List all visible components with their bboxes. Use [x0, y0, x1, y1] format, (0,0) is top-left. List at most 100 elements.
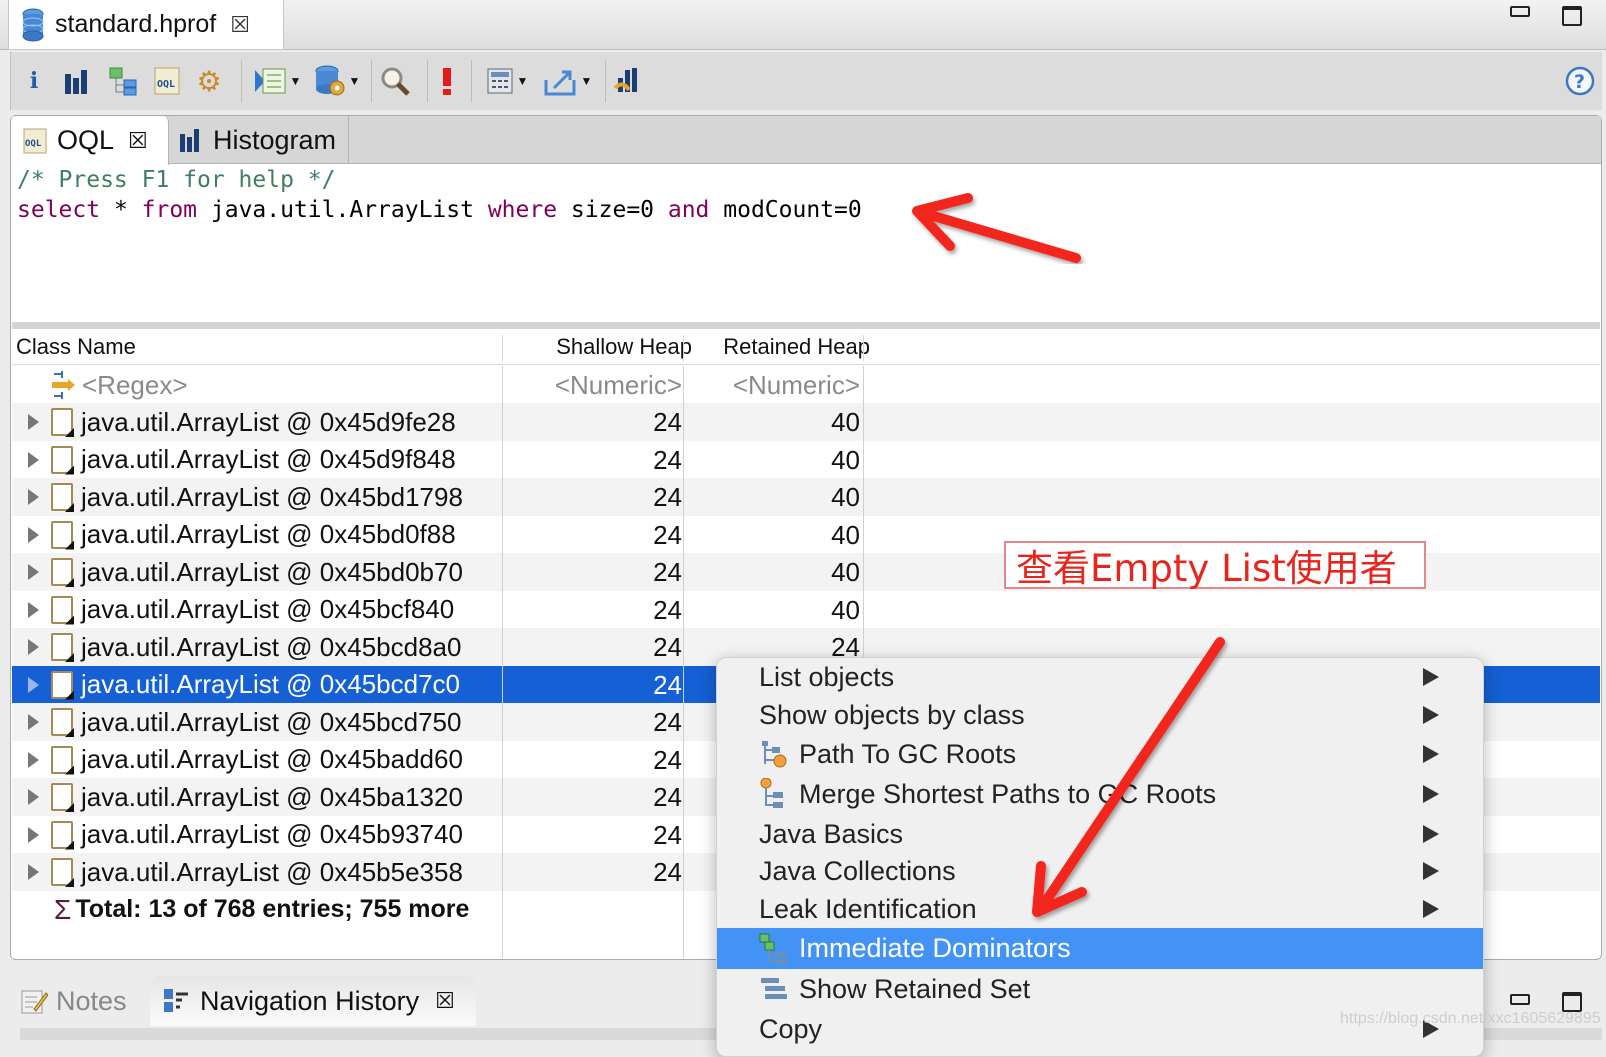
calculator-icon[interactable]: ▼ [479, 64, 535, 98]
minimize-icon[interactable] [1510, 6, 1530, 17]
column-header-shallow-heap[interactable]: Shallow Heap [512, 330, 692, 364]
tab-notes[interactable]: Notes [20, 976, 127, 1026]
object-icon [51, 783, 73, 811]
menu-item-list-objects[interactable]: List objects [717, 658, 1483, 696]
row-class-name: java.util.ArrayList @ 0x45bcd7c0 [81, 669, 461, 699]
navigation-history-icon [164, 989, 188, 1012]
expand-arrow-icon[interactable] [28, 639, 39, 655]
expand-arrow-icon[interactable] [28, 714, 39, 730]
row-class-name: java.util.ArrayList @ 0x45bcf840 [81, 594, 455, 624]
menu-item-merge-shortest-paths-to-gc-roots[interactable]: Merge Shortest Paths to GC Roots [717, 775, 1483, 813]
column-header-class-name[interactable]: Class Name [16, 330, 136, 364]
heap-dump-query-icon[interactable]: ▼ [309, 64, 365, 98]
filter-retained-heap[interactable]: <Numeric> [692, 366, 860, 404]
submenu-arrow-icon [1423, 825, 1439, 843]
expand-arrow-icon[interactable] [28, 864, 39, 880]
column-header-retained-heap[interactable]: Retained Heap [692, 330, 870, 364]
row-shallow-heap: 24 [653, 557, 682, 587]
leak-suspects-icon[interactable] [433, 64, 461, 98]
expand-arrow-icon[interactable] [28, 564, 39, 580]
row-shallow-heap: 24 [653, 819, 682, 850]
maximize-icon[interactable] [1562, 6, 1582, 26]
menu-item-show-retained-set[interactable]: Show Retained Set [717, 970, 1483, 1008]
toolbar-separator [241, 60, 242, 102]
close-icon[interactable]: ☒ [230, 12, 250, 38]
expand-arrow-icon[interactable] [28, 789, 39, 805]
menu-item-path-to-gc-roots[interactable]: Path To GC Roots [717, 735, 1483, 773]
row-shallow-heap: 24 [653, 669, 682, 700]
column-line [502, 366, 503, 958]
filter-row[interactable]: <Regex> <Numeric> <Numeric> [12, 366, 1600, 404]
column-separator[interactable] [502, 335, 503, 361]
close-icon[interactable]: ☒ [128, 128, 148, 154]
query-keyword: from [141, 197, 198, 223]
menu-item-label: Java Collections [759, 855, 956, 886]
column-separator[interactable] [683, 335, 684, 361]
row-class-name: java.util.ArrayList @ 0x45badd60 [81, 744, 463, 774]
overview-icon[interactable]: i [23, 64, 45, 98]
expand-arrow-icon[interactable] [28, 526, 39, 543]
menu-item-immediate-dominators[interactable]: Immediate Dominators [717, 928, 1483, 969]
filter-shallow-heap[interactable]: <Numeric> [512, 366, 682, 404]
export-icon[interactable]: ▼ [539, 64, 597, 98]
table-row[interactable]: java.util.ArrayList @ 0x45d9fe28 24 40 [12, 403, 1600, 441]
row-retained-heap: 40 [831, 594, 860, 625]
context-menu: List objects Show objects by class Path To… [716, 657, 1484, 1057]
thread-overview-icon[interactable]: ⚙ [193, 64, 225, 98]
editor-tab-standard-hprof[interactable]: standard.hprof ☒ [8, 0, 284, 50]
compare-icon[interactable] [611, 64, 645, 98]
tab-histogram[interactable]: Histogram [169, 116, 349, 164]
expand-arrow-icon[interactable] [28, 414, 39, 430]
row-class-name: java.util.ArrayList @ 0x45bd0b70 [81, 556, 463, 587]
search-icon[interactable] [377, 64, 413, 98]
dropdown-arrow-icon[interactable]: ▼ [517, 74, 529, 88]
notes-icon [21, 990, 48, 1014]
expand-arrow-icon[interactable] [28, 826, 39, 843]
expand-arrow-icon[interactable] [28, 751, 39, 768]
menu-item-label: Immediate Dominators [799, 933, 1071, 963]
menu-item-java-basics[interactable]: Java Basics [717, 815, 1483, 853]
tab-navigation-history[interactable]: Navigation History ☒ [150, 976, 476, 1026]
expand-arrow-icon[interactable] [28, 676, 39, 693]
row-class-name: java.util.ArrayList @ 0x45b5e358 [81, 856, 463, 887]
submenu-arrow-icon [1423, 745, 1439, 763]
dropdown-arrow-icon[interactable]: ▼ [290, 74, 302, 88]
query-keyword: where [487, 197, 558, 223]
menu-item-leak-identification[interactable]: Leak Identification [717, 890, 1483, 928]
minimize-icon[interactable] [1510, 994, 1530, 1005]
column-separator[interactable] [863, 335, 864, 361]
object-icon [51, 595, 73, 624]
histogram-icon[interactable] [61, 64, 91, 98]
expand-arrow-icon[interactable] [28, 489, 39, 505]
maximize-icon[interactable] [1562, 992, 1582, 1012]
filter-class-name[interactable]: <Regex> [82, 370, 188, 401]
menu-item-label: Java Basics [759, 818, 904, 849]
expand-arrow-icon[interactable] [28, 451, 39, 468]
table-row[interactable]: java.util.ArrayList @ 0x45bd1798 24 40 [12, 478, 1600, 516]
table-row[interactable]: java.util.ArrayList @ 0x45d9f848 24 40 [12, 441, 1600, 479]
row-shallow-heap: 24 [653, 744, 682, 775]
dominator-tree-icon[interactable] [107, 64, 139, 98]
row-shallow-heap: 24 [653, 407, 682, 437]
annotation-label: 查看Empty List使用者 [1004, 541, 1426, 590]
oql-icon[interactable]: OQL [151, 64, 183, 98]
object-icon [51, 483, 73, 511]
menu-item-label: Path To GC Roots [799, 738, 1017, 769]
filter-icon [52, 371, 75, 399]
merge-paths-icon [759, 778, 789, 809]
tab-oql[interactable]: OQL OQL ☒ [11, 116, 169, 165]
oql-query-editor[interactable]: /* Press F1 for help */ select * from ja… [12, 165, 1600, 321]
close-icon[interactable]: ☒ [435, 988, 455, 1014]
help-icon[interactable]: ? [1563, 64, 1597, 98]
menu-item-show-objects-by-class[interactable]: Show objects by class [717, 696, 1483, 734]
editor-sash[interactable] [12, 322, 1600, 329]
table-row[interactable]: java.util.ArrayList @ 0x45bcf840 24 40 [12, 591, 1600, 629]
menu-item-java-collections[interactable]: Java Collections [717, 852, 1483, 890]
row-shallow-heap: 24 [653, 594, 682, 625]
heap-dump-icon [22, 8, 44, 41]
expand-arrow-icon[interactable] [28, 601, 39, 618]
dropdown-arrow-icon[interactable]: ▼ [349, 74, 361, 88]
dropdown-arrow-icon[interactable]: ▼ [581, 74, 593, 88]
object-icon [51, 445, 73, 474]
run-report-icon[interactable]: ▼ [249, 64, 305, 98]
